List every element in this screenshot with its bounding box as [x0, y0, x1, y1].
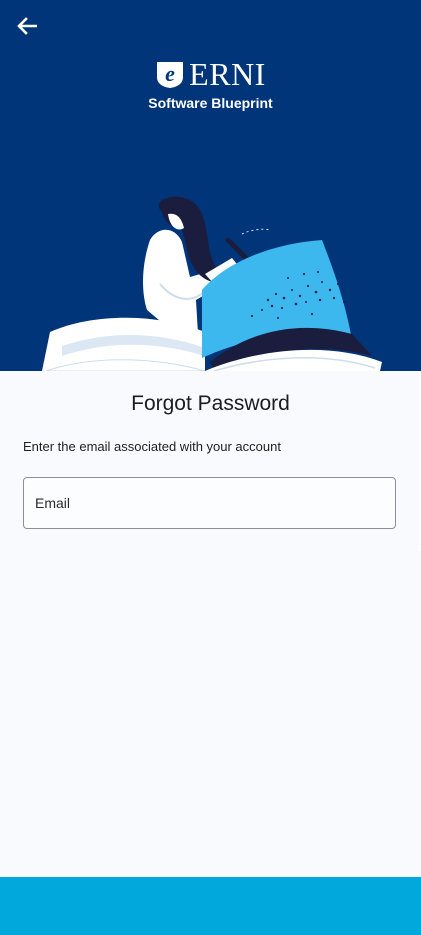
hero-banner: e ERNI Software Blueprint [0, 0, 421, 371]
submit-button[interactable] [0, 877, 421, 935]
back-button[interactable] [12, 12, 42, 40]
page-title: Forgot Password [131, 392, 290, 415]
svg-text:e: e [165, 61, 175, 86]
arrow-left-icon [17, 17, 37, 35]
instruction-text: Enter the email associated with your acc… [23, 439, 281, 454]
forgot-password-screen: e ERNI Software Blueprint Forgot Passwor… [0, 0, 421, 935]
erni-logo-mark-icon: e [157, 61, 184, 88]
erni-logo: e ERNI Software Blueprint [0, 58, 421, 111]
logo-subtitle: Software Blueprint [148, 95, 273, 111]
email-field[interactable] [23, 477, 396, 529]
logo-wordmark: ERNI [189, 56, 266, 92]
reading-woman-illustration [42, 196, 382, 371]
